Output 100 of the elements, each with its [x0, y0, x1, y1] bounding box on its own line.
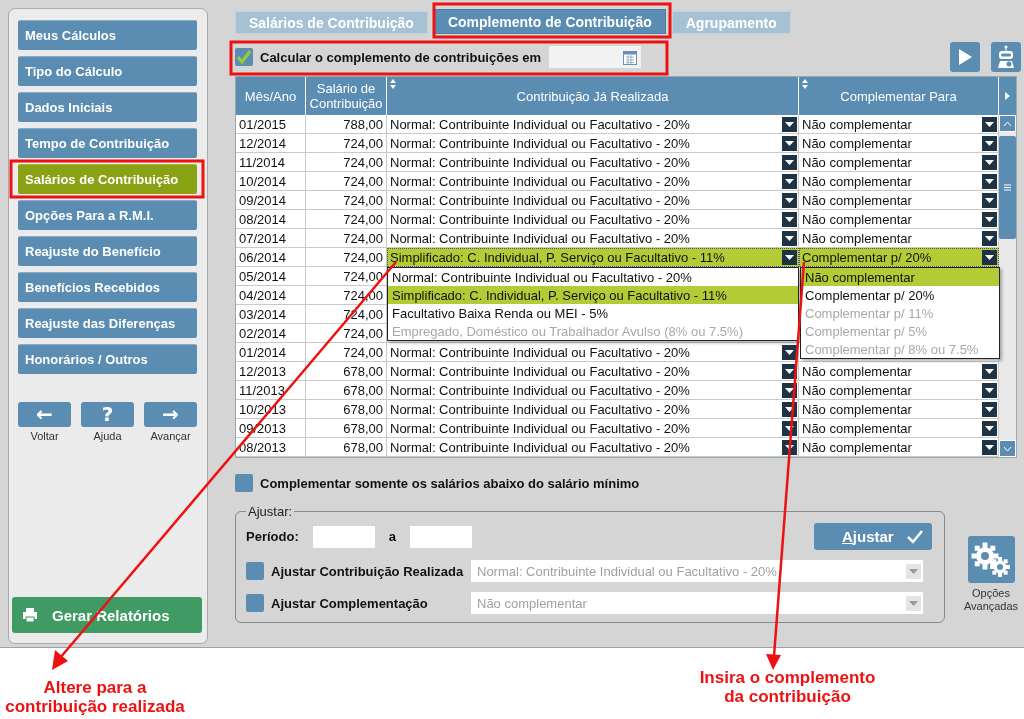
checkbox-label: Complementar somente os salários abaixo do salário mínimo	[260, 475, 640, 491]
play-button[interactable]	[950, 42, 980, 72]
sidebar-item[interactable]: Honorários / Outros	[18, 344, 197, 374]
contribution-select[interactable]: Normal: Contribuinte Individual ou Facultativo - 20%	[387, 153, 799, 172]
sidebar-item[interactable]: Opções Para a R.M.I.	[18, 200, 197, 230]
checkbox[interactable]	[235, 48, 253, 66]
contribution-select[interactable]: Normal: Contribuinte Individual ou Facultativo - 20%	[387, 191, 799, 210]
contribution-select[interactable]: Normal: Contribuinte Individual ou Facultativo - 20%	[387, 229, 799, 248]
contribution-select[interactable]: Normal: Contribuinte Individual ou Facultativo - 20%	[387, 438, 799, 457]
scroll-right-icon[interactable]	[1005, 92, 1010, 100]
scroll-down-button[interactable]	[999, 440, 1016, 457]
contribution-select[interactable]: Normal: Contribuinte Individual ou Facultativo - 20%	[387, 362, 799, 381]
complement-select[interactable]: Não complementar	[799, 419, 999, 438]
printer-icon	[22, 607, 38, 623]
complement-select[interactable]: Não complementar	[799, 191, 999, 210]
dropdown-option[interactable]: Não complementar	[801, 268, 999, 286]
sidebar-item[interactable]: Tipo do Cálculo	[18, 56, 197, 86]
complement-select[interactable]: Não complementar	[799, 210, 999, 229]
chevron-up-icon	[1003, 120, 1012, 127]
complement-select[interactable]: Não complementar	[799, 362, 999, 381]
contribution-select[interactable]: Normal: Contribuinte Individual ou Facultativo - 20%	[387, 210, 799, 229]
robot-button[interactable]	[991, 42, 1021, 72]
group-title: Ajustar:	[247, 504, 294, 519]
calendar-icon[interactable]	[623, 49, 637, 65]
complement-select[interactable]: Não complementar	[799, 153, 999, 172]
column-header[interactable]: Contribuição Já Realizada	[387, 77, 799, 115]
contribution-select[interactable]: Simplificado: C. Individual, P. Serviço ou Facultativo - 11%	[387, 248, 799, 267]
complement-select[interactable]: Não complementar	[799, 229, 999, 248]
complement-select[interactable]: Não complementar	[799, 172, 999, 191]
checkbox-label: Ajustar Complementação	[271, 595, 428, 611]
contribution-select[interactable]: Normal: Contribuinte Individual ou Facultativo - 20%	[387, 172, 799, 191]
robot-icon	[995, 45, 1017, 69]
checkbox-label: Calcular o complemento de contribuições em	[260, 49, 541, 65]
column-header[interactable]: Mês/Ano	[236, 77, 306, 115]
sidebar-item[interactable]: Meus Cálculos	[18, 20, 197, 50]
contribution-select[interactable]: Normal: Contribuinte Individual ou Facultativo - 20%	[387, 400, 799, 419]
contribution-select[interactable]: Normal: Contribuinte Individual ou Facultativo - 20%	[387, 134, 799, 153]
play-icon	[958, 49, 972, 65]
nav-label: Avançar	[150, 430, 191, 442]
table-cell: 01/2015	[236, 115, 306, 134]
contribution-select[interactable]: Normal: Contribuinte Individual ou Facultativo - 20%	[387, 343, 799, 362]
sidebar-item[interactable]: Reajuste das Diferenças	[18, 308, 197, 338]
complement-select[interactable]: Não complementar	[799, 115, 999, 134]
table-cell: 09/2014	[236, 191, 306, 210]
scroll-up-button[interactable]	[999, 115, 1016, 132]
table-cell: 08/2013	[236, 438, 306, 457]
advanced-options-button[interactable]	[967, 536, 1015, 583]
column-header[interactable]: Complementar Para	[799, 77, 999, 115]
field-label: Período:	[246, 529, 299, 544]
contribution-select[interactable]: Normal: Contribuinte Individual ou Facultativo - 20%	[387, 381, 799, 400]
table-cell: 12/2014	[236, 134, 306, 153]
contribution-select[interactable]: Normal: Contribuinte Individual ou Facultativo - 20%	[387, 419, 799, 438]
sidebar-item[interactable]: Dados Iniciais	[18, 92, 197, 122]
annotation-text: Altere para a contribuição realizada	[4, 678, 186, 716]
complement-select[interactable]: Não complementar	[799, 134, 999, 153]
table-cell: 02/2014	[236, 324, 306, 343]
dropdown-option[interactable]: Simplificado: C. Individual, P. Serviço ou Facultativo - 11%	[388, 286, 798, 304]
table-cell: 03/2014	[236, 305, 306, 324]
complement-select[interactable]: Não complementar	[799, 400, 999, 419]
nav-button[interactable]: ←	[18, 402, 71, 427]
check-icon	[906, 529, 924, 544]
checkbox[interactable]	[235, 474, 253, 492]
nav-button[interactable]: →	[144, 402, 197, 427]
button-caption: Opções Avançadas	[962, 587, 1020, 613]
adjust-button[interactable]: Ajustar	[814, 523, 932, 550]
complement-select[interactable]: Não complementar	[799, 381, 999, 400]
nav-button[interactable]: ?	[81, 402, 134, 427]
nav-label: Ajuda	[93, 430, 122, 442]
gears-icon	[971, 541, 1011, 578]
table-cell: 06/2014	[236, 248, 306, 267]
complement-select[interactable]: Não complementar	[799, 438, 999, 457]
contribution-select[interactable]: Normal: Contribuinte Individual ou Facultativo - 20%	[387, 115, 799, 134]
dropdown-option[interactable]: Normal: Contribuinte Individual ou Facultativo - 20%	[388, 268, 798, 286]
table-cell: 08/2014	[236, 210, 306, 229]
sort-icon[interactable]	[390, 79, 396, 89]
table-cell: 11/2014	[236, 153, 306, 172]
date-field[interactable]	[549, 46, 641, 68]
date-field[interactable]	[312, 525, 375, 548]
complement-select[interactable]: Complementar p/ 20%	[799, 248, 999, 267]
table-cell: 11/2013	[236, 381, 306, 400]
tab[interactable]: Complemento de Contribuição	[433, 9, 666, 34]
nav-label: Voltar	[30, 430, 59, 442]
date-field[interactable]	[409, 525, 472, 548]
scrollbar-thumb[interactable]	[999, 136, 1016, 239]
table-cell: 07/2014	[236, 229, 306, 248]
table-cell: 04/2014	[236, 286, 306, 305]
separator-text: a	[388, 529, 396, 544]
sort-icon[interactable]	[802, 79, 808, 89]
checkbox-label: Ajustar Contribuição Realizada	[271, 563, 464, 579]
sidebar-item[interactable]: Reajuste do Benefício	[18, 236, 197, 266]
dropdown-option[interactable]: Facultativo Baixa Renda ou MEI - 5%	[388, 304, 798, 322]
table-cell: 01/2014	[236, 343, 306, 362]
annotation-text: Insira o complemento da contribuição	[698, 668, 877, 706]
sidebar-item[interactable]: Benefícios Recebidos	[18, 272, 197, 302]
sidebar-item[interactable]: Tempo de Contribuição	[18, 128, 197, 158]
chevron-down-icon	[1003, 445, 1012, 452]
table-cell: 05/2014	[236, 267, 306, 286]
table-cell: 10/2014	[236, 172, 306, 191]
table-cell: 12/2013	[236, 362, 306, 381]
column-header[interactable]: Salário de Contribuição	[306, 77, 387, 115]
